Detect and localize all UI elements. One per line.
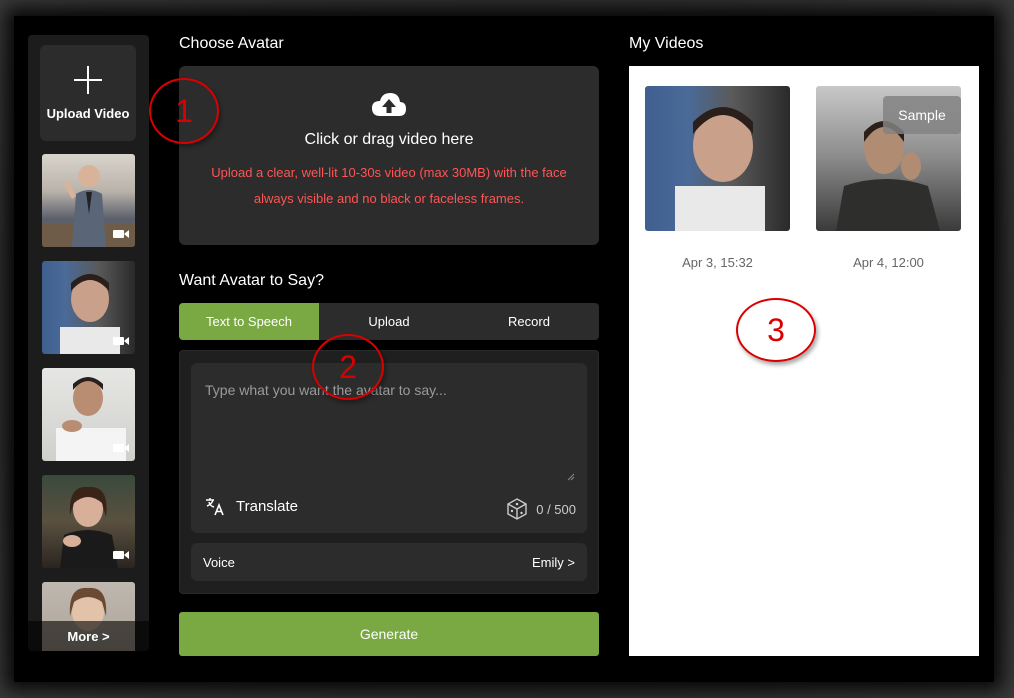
callout-3: 3 [736,298,816,362]
generate-button[interactable]: Generate [179,612,599,656]
avatar-thumb-1[interactable] [42,154,135,247]
choose-avatar-title: Choose Avatar [179,35,284,52]
voice-label: Voice [203,554,235,570]
video-dropzone[interactable]: Click or drag video here Upload a clear,… [179,66,599,245]
video-camera-icon [113,230,129,238]
tab-text-to-speech[interactable]: Text to Speech [179,303,319,340]
video-camera-icon [113,551,129,559]
app-window: Upload Video More > Choose Avatar Click … [14,16,994,682]
text-to-speech-panel: Translate 0 / 500 Voice Emily > [179,350,599,594]
random-dice-icon[interactable] [506,498,528,520]
character-counter: 0 / 500 [506,498,576,520]
translate-icon [206,498,224,516]
avatar-thumb-3[interactable] [42,368,135,461]
upload-video-button[interactable]: Upload Video [40,45,136,141]
avatar-sidebar: Upload Video More > [28,35,149,651]
translate-label: Translate [236,497,298,515]
resize-grip-icon[interactable] [567,473,575,481]
cloud-upload-icon [372,93,406,116]
sample-badge: Sample [883,96,961,134]
more-avatars-button[interactable]: More > [28,621,149,651]
character-count: 0 / 500 [536,501,576,517]
avatar-say-title: Want Avatar to Say? [179,272,324,289]
script-textarea[interactable] [191,363,587,487]
dropzone-hint: Upload a clear, well-lit 10-30s video (m… [211,165,567,206]
script-input-box: Translate 0 / 500 [191,363,587,533]
tab-record[interactable]: Record [459,303,599,340]
video-thumbnail [675,107,765,231]
video-date-1: Apr 3, 15:32 [682,255,753,270]
video-camera-icon [113,444,129,452]
my-videos-panel: Apr 3, 15:32 Sample Apr 4, 12:00 [629,66,979,656]
my-videos-title: My Videos [629,35,704,52]
voice-selector[interactable]: Voice Emily > [191,543,587,581]
plus-icon [74,65,102,94]
video-camera-icon [113,337,129,345]
video-card-1[interactable] [645,86,790,231]
callout-1: 1 [149,78,219,144]
translate-button[interactable]: Translate [204,496,298,516]
callout-2: 2 [312,334,384,400]
speech-source-tabs: Text to Speech Upload Record [179,303,599,340]
avatar-thumb-4[interactable] [42,475,135,568]
video-date-2: Apr 4, 12:00 [853,255,924,270]
upload-video-label: Upload Video [46,105,130,121]
dropzone-title: Click or drag video here [304,131,474,148]
avatar-thumb-2[interactable] [42,261,135,354]
video-card-2[interactable]: Sample [816,86,961,231]
voice-value: Emily > [532,554,575,570]
